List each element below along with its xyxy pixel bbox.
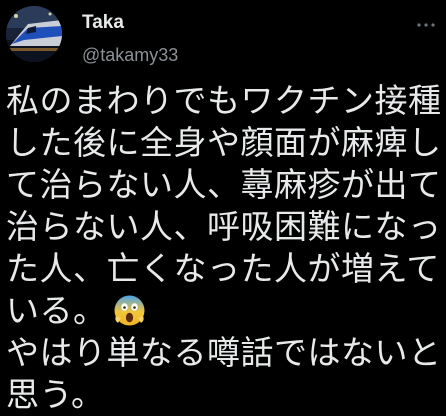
tweet-text-line: 治らない人、呼吸困難になっ (6, 207, 442, 246)
author-handle[interactable]: @takamy33 (82, 44, 178, 66)
tweet-text-line: した後に全身や顔面が麻痺し (6, 123, 442, 162)
more-dots-icon[interactable] (413, 12, 439, 38)
tweet-text-line: て治らない人、蕁麻疹が出て (6, 165, 442, 204)
author-display-name[interactable]: Taka (82, 12, 124, 34)
tweet-card: Taka @takamy33 私のまわりでもワクチン接種 した後に全身や顔面が麻… (0, 0, 446, 414)
tweet-text: 私のまわりでもワクチン接種 した後に全身や顔面が麻痺し て治らない人、蕁麻疹が出… (6, 80, 442, 416)
train-avatar-icon[interactable] (6, 6, 62, 62)
tweet-text-line: やはり単なる噂話ではないと (6, 333, 442, 372)
tweet-text-line: 思う。 (6, 375, 105, 414)
face-screaming-in-fear-emoji (113, 294, 146, 327)
tweet-text-line: 私のまわりでもワクチン接種 (6, 81, 442, 120)
tweet-text-segment: いる。 (6, 291, 107, 330)
tweet-text-line: た人、亡くなった人が増えて (6, 249, 440, 288)
tweet-text-line-with-emoji: いる。 (6, 290, 442, 332)
